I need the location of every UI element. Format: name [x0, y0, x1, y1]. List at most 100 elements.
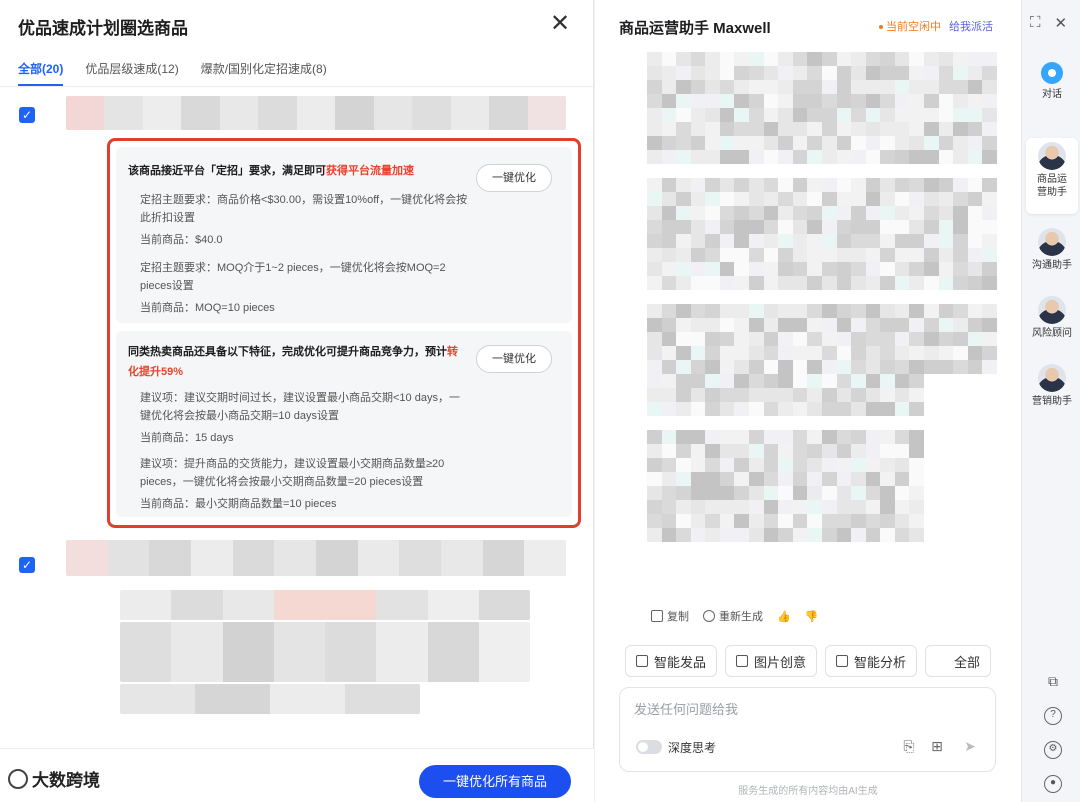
- settings-icon[interactable]: ⚙: [1044, 741, 1062, 759]
- thumbs-up-icon: 👍: [777, 610, 791, 623]
- chat-input[interactable]: [634, 702, 974, 717]
- box-icon: [636, 655, 648, 667]
- rail-item-chat[interactable]: 对话: [1026, 58, 1078, 101]
- mosaic-row: [647, 304, 997, 318]
- status-text: 当前空闲中: [886, 21, 941, 33]
- quick-all[interactable]: 全部: [925, 645, 992, 677]
- mosaic-row: [647, 528, 997, 542]
- current-value-text: 当前商品：15 days: [140, 432, 234, 444]
- user-icon[interactable]: ●: [1044, 775, 1062, 793]
- avatar: [1038, 228, 1066, 256]
- puzzle-icon[interactable]: ⧉: [1044, 672, 1062, 690]
- optimize-button[interactable]: 一键优化: [476, 345, 552, 373]
- rail-item-label: 商品运营助手: [1037, 174, 1067, 198]
- suggestion-text: 建议项：提升商品的交货能力，建议设置最小交期商品数量≥20 pieces，一键优…: [140, 458, 445, 488]
- copy-label: 复制: [667, 611, 689, 623]
- watermark-logo-icon: [8, 768, 28, 789]
- mosaic-row: [647, 192, 997, 206]
- card-heading: 该商品接近平台「定招」要求，满足即可获得平台流量加速: [128, 161, 468, 181]
- deep-think-toggle[interactable]: [636, 740, 662, 754]
- rail-item-label: 对话: [1042, 89, 1062, 100]
- quick-smart-analysis[interactable]: 智能分析: [825, 645, 918, 677]
- watermark-text: 大数跨境: [32, 771, 100, 790]
- thumbs-down-icon: 👎: [804, 610, 819, 623]
- tab-all[interactable]: 全部(20): [18, 60, 64, 86]
- mosaic-row: [647, 262, 997, 276]
- product-checkbox[interactable]: ✓: [19, 557, 35, 573]
- optimize-button[interactable]: 一键优化: [476, 164, 552, 192]
- mosaic-row: [647, 402, 997, 416]
- mosaic-row: [647, 234, 997, 248]
- tab-hot-country[interactable]: 爆款/国别化定招速成(8): [201, 60, 327, 84]
- close-icon[interactable]: ✕: [1055, 14, 1068, 32]
- attachment-icon[interactable]: ⎘: [901, 738, 917, 754]
- chart-icon: [836, 655, 849, 667]
- mosaic-row: [647, 220, 997, 234]
- ai-disclaimer: 服务生成的所有内容均由AI生成: [738, 786, 878, 797]
- optimization-recommendations: 该商品接近平台「定招」要求，满足即可获得平台流量加速 一键优化 定招主题要求：商…: [107, 138, 581, 528]
- product-title-redacted: [66, 96, 566, 130]
- regenerate-button[interactable]: 重新生成: [703, 608, 763, 624]
- card-heading: 同类热卖商品还具备以下特征，完成优化可提升商品竞争力，预计转化提升59%: [128, 342, 468, 382]
- product-checkbox[interactable]: ✓: [19, 107, 35, 123]
- send-icon[interactable]: ➤: [962, 738, 978, 754]
- rail-item-risk[interactable]: 风险顾问: [1026, 292, 1078, 340]
- card-heading-text: 该商品接近平台「定招」要求，满足即可: [128, 165, 326, 177]
- watermark: 大数跨境: [8, 766, 100, 791]
- product-detail-redacted: [120, 622, 530, 682]
- product-title-redacted: [66, 540, 566, 576]
- copy-icon: [651, 610, 663, 622]
- tab-bar: 全部(20) 优品层级速成(12) 爆款/国别化定招速成(8): [18, 60, 327, 86]
- chat-icon: [1041, 62, 1063, 84]
- copy-button[interactable]: 复制: [651, 608, 689, 624]
- rail-item-label: 沟通助手: [1032, 260, 1072, 271]
- card-heading-highlight: 获得平台流量加速: [326, 165, 414, 177]
- mosaic-row: [647, 444, 997, 458]
- mosaic-row: [647, 388, 997, 402]
- help-icon[interactable]: ?: [1044, 707, 1062, 725]
- recommend-card-competitive: 同类热卖商品还具备以下特征，完成优化可提升商品竞争力，预计转化提升59% 一键优…: [116, 331, 572, 517]
- expand-icon[interactable]: ⛶: [1030, 14, 1041, 32]
- regenerate-label: 重新生成: [719, 611, 763, 623]
- suggestion-text: 建议项：建议交期时间过长，建议设置最小商品交期<10 days，一键优化将会按最…: [140, 392, 460, 422]
- rail-window-controls: ⛶ ✕: [1030, 14, 1067, 32]
- dispatch-link[interactable]: 给我派活: [949, 18, 993, 34]
- close-icon[interactable]: ✕: [549, 12, 571, 36]
- add-media-icon[interactable]: ⊞: [929, 738, 945, 754]
- mosaic-row: [647, 136, 997, 150]
- status-dot-icon: [879, 25, 883, 30]
- recommend-card-standard: 该商品接近平台「定招」要求，满足即可获得平台流量加速 一键优化 定招主题要求：商…: [116, 147, 572, 323]
- quick-smart-listing[interactable]: 智能发品: [625, 645, 718, 677]
- mosaic-row: [647, 542, 997, 556]
- quick-label: 智能分析: [854, 654, 907, 670]
- quick-image-creative[interactable]: 图片创意: [725, 645, 818, 677]
- rail-item-communication[interactable]: 沟通助手: [1026, 224, 1078, 272]
- tab-divider: [0, 86, 594, 87]
- assistant-rail: ⛶ ✕ 对话 商品运营助手 沟通助手 风险顾问 营销助手 ⧉ ? ⚙ ●: [1021, 0, 1080, 802]
- mosaic-row: [647, 290, 997, 304]
- mosaic-row: [647, 122, 997, 136]
- requirement-text: 定招主题要求：商品价格<$30.00，需设置10%off，一键优化将会按此折扣设…: [140, 194, 468, 224]
- rail-item-marketing[interactable]: 营销助手: [1026, 360, 1078, 408]
- quick-label: 智能发品: [654, 654, 707, 670]
- thumbs-down-button[interactable]: 👎: [805, 610, 819, 623]
- status-badge: 当前空闲中: [879, 18, 941, 34]
- rail-item-label: 风险顾问: [1032, 328, 1072, 339]
- mosaic-row: [647, 416, 997, 430]
- quick-label: 全部: [954, 654, 981, 670]
- quick-label: 图片创意: [754, 654, 807, 670]
- optimize-all-button[interactable]: 一键优化所有商品: [419, 765, 571, 798]
- avatar: [1038, 142, 1066, 170]
- thumbs-up-button[interactable]: 👍: [777, 610, 791, 623]
- mosaic-row: [647, 276, 997, 290]
- rail-item-product-ops[interactable]: 商品运营助手: [1026, 138, 1078, 214]
- mosaic-row: [647, 500, 997, 514]
- mosaic-row: [647, 66, 997, 80]
- mosaic-row: [647, 80, 997, 94]
- current-value-text: 当前商品：$40.0: [140, 234, 223, 246]
- avatar: [1038, 364, 1066, 392]
- chat-input-box: 深度思考 ⎘ ⊞ ➤: [619, 687, 996, 772]
- mosaic-row: [647, 360, 997, 374]
- panel-title: 优品速成计划圈选商品: [18, 19, 188, 38]
- tab-tier-speedup[interactable]: 优品层级速成(12): [85, 60, 178, 84]
